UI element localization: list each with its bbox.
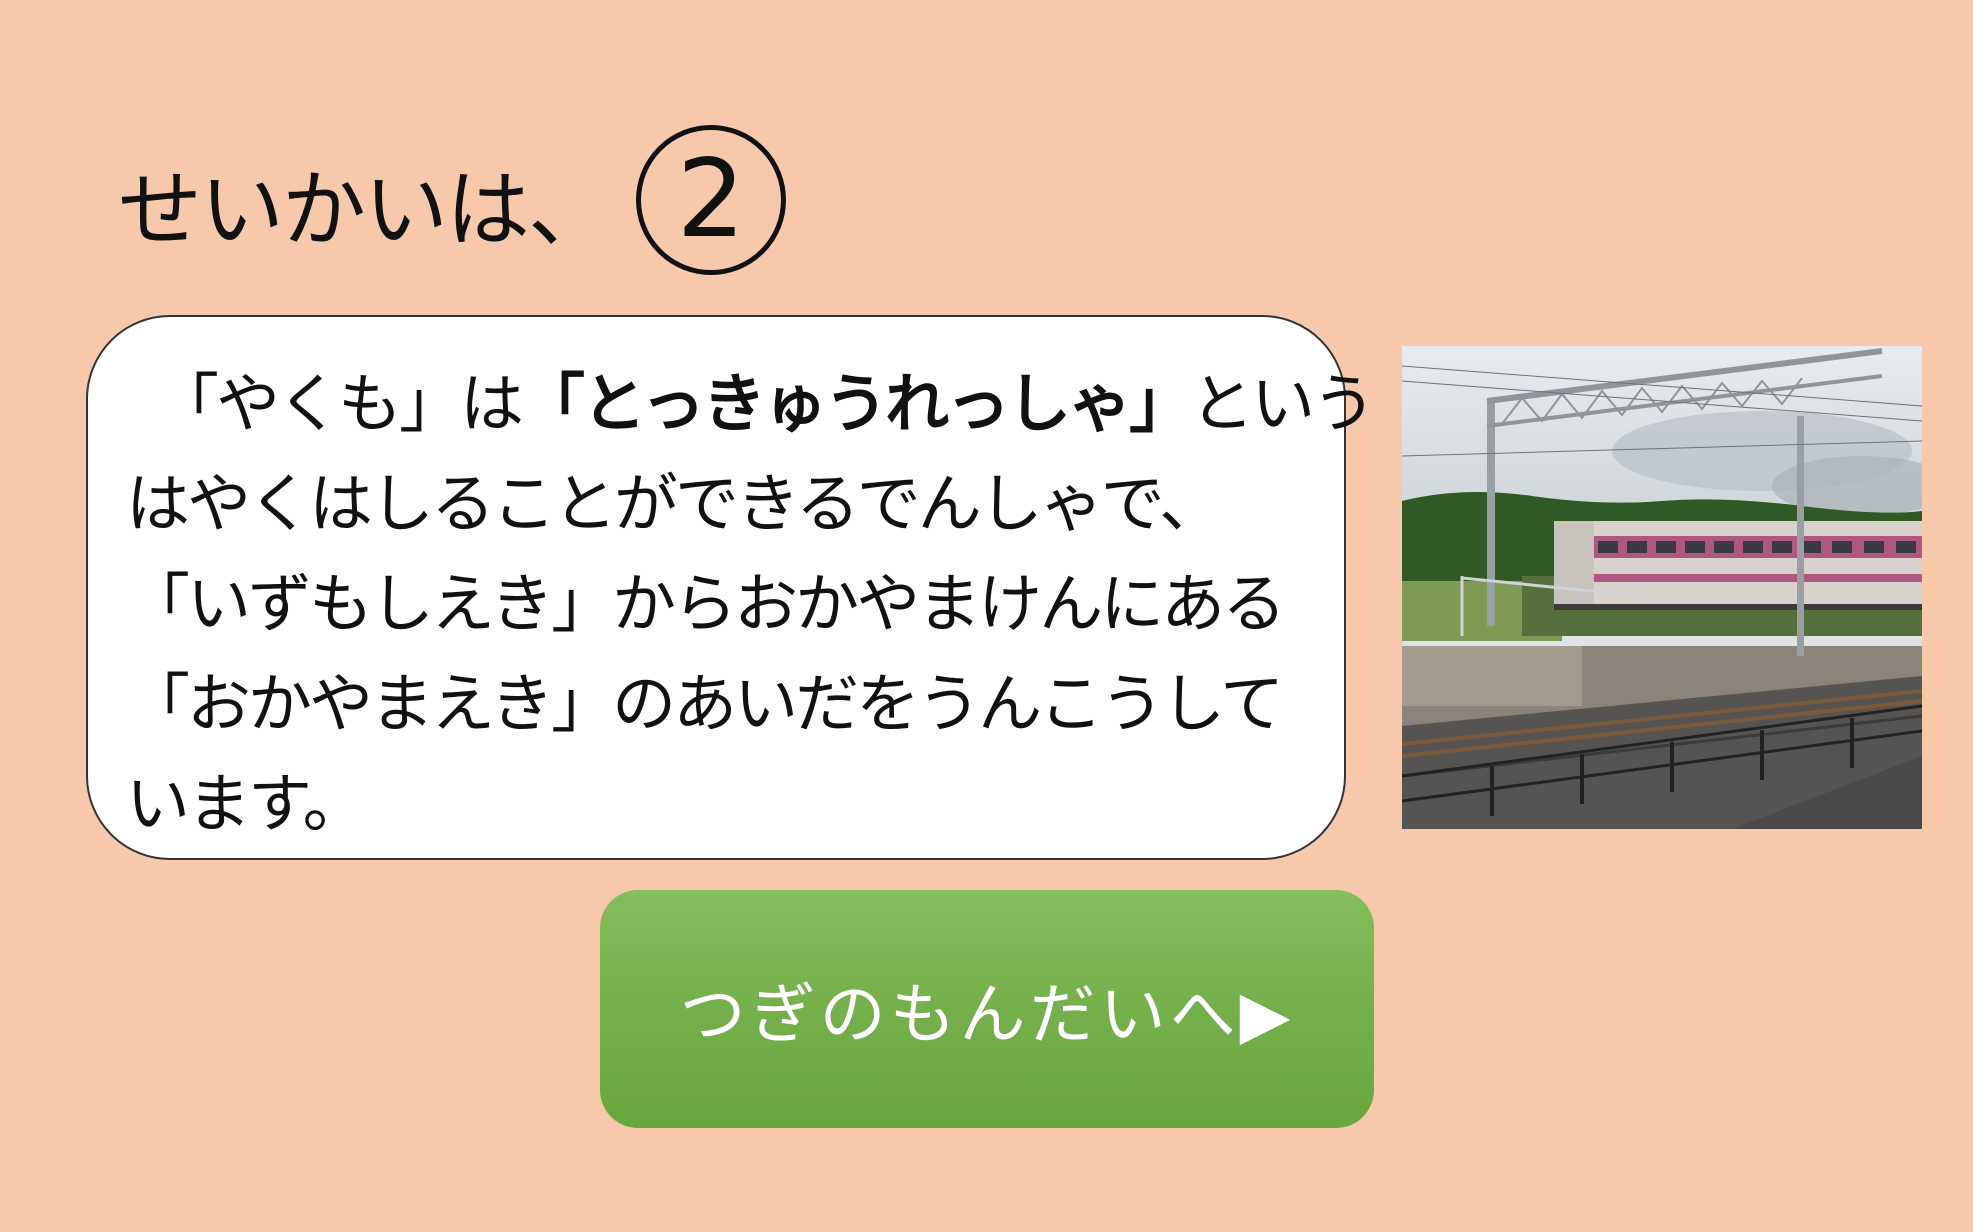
- answer-heading-text: せいかいは、: [118, 161, 612, 259]
- explanation-line-4: 「おかやまえき」のあいだをうんこうして: [126, 668, 1284, 742]
- next-question-button[interactable]: つぎのもんだいへ▶: [600, 890, 1374, 1128]
- explanation-line-3: 「いずもしえき」からおかやまけんにある: [126, 568, 1286, 642]
- train-photo: [1402, 346, 1922, 829]
- explanation-keyword: 「とっきゅうれっしゃ」: [521, 368, 1193, 442]
- explanation-bubble: 「やくも」は「とっきゅうれっしゃ」という はやくはしることができるでんしゃで、 …: [86, 315, 1376, 860]
- answer-number-badge: 2: [636, 125, 787, 275]
- explanation-line-1: 「やくも」は「とっきゅうれっしゃ」という: [126, 355, 1376, 455]
- explanation-text-yakumo: 「やくも」は: [187, 368, 524, 442]
- next-question-label: つぎのもんだいへ▶: [679, 976, 1295, 1053]
- explanation-line-5: います。: [126, 768, 367, 842]
- answer-heading: せいかいは、 2: [118, 120, 787, 280]
- train-photo-illustration: [1402, 346, 1922, 829]
- explanation-text-toiu: という: [1190, 368, 1376, 442]
- explanation-line-2: はやくはしることができるでんしゃで、: [126, 468, 1223, 542]
- answer-number: 2: [676, 137, 746, 262]
- explanation-indent: [126, 368, 187, 442]
